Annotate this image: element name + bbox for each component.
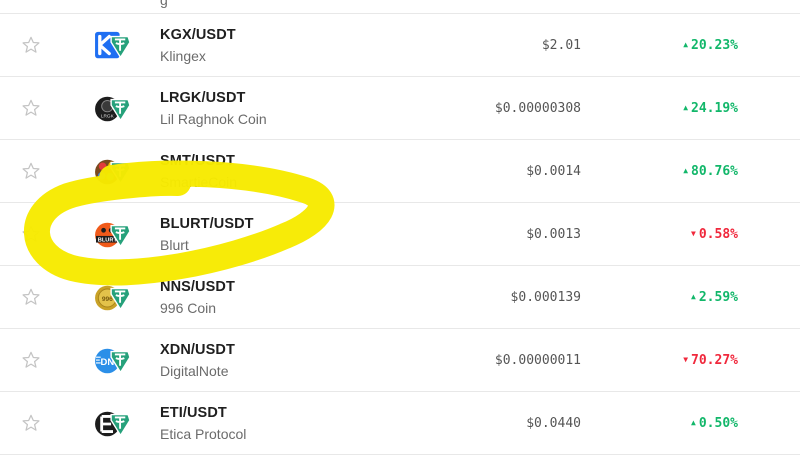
favorite-star-icon[interactable] <box>22 162 40 180</box>
arrow-up-icon: ▲ <box>683 103 689 112</box>
favorite-star-icon[interactable] <box>22 99 40 117</box>
smartiecoin-logo-icon <box>95 159 131 185</box>
table-row[interactable]: 996 NNS/USDT 996 Coin $0.000139 ▲ 2.59% <box>0 266 800 329</box>
table-row[interactable]: KGX/USDT Klingex $2.01 ▲ 20.23% <box>0 14 800 77</box>
price-value: $0.0014 <box>526 164 581 179</box>
favorite-star-icon[interactable] <box>22 288 40 306</box>
table-row[interactable]: LRGK LRGK/USDT Lil Raghnok Coin $0.00000… <box>0 77 800 140</box>
favorite-star-icon[interactable] <box>22 225 40 243</box>
coin-name: DigitalNote <box>160 363 229 379</box>
table-row[interactable]: BLURT BLURT/USDT Blurt $0.0013 ▼ 0.58% <box>0 203 800 266</box>
table-row[interactable]: SMT/USDT SmartieCoin $0.0014 ▲ 80.76% <box>0 140 800 203</box>
change-percent: ▲ 2.59% <box>691 290 738 305</box>
svg-text:996: 996 <box>102 296 113 303</box>
change-percent: ▼ 0.58% <box>691 227 738 242</box>
arrow-down-icon: ▼ <box>683 355 689 364</box>
arrow-up-icon: ▲ <box>683 166 689 175</box>
coin-name: Klingex <box>160 48 206 64</box>
coin-name: SmartieCoin <box>160 174 238 190</box>
pair-symbol[interactable]: SMT/USDT <box>160 153 235 169</box>
etica-logo-icon <box>95 411 131 437</box>
change-percent: ▲ 80.76% <box>683 164 738 179</box>
pair-symbol[interactable]: NNS/USDT <box>160 279 235 295</box>
arrow-down-icon: ▼ <box>691 229 696 238</box>
table-row[interactable]: DN XDN/USDT DigitalNote $0.00000011 ▼ 70.… <box>0 329 800 392</box>
lrgk-logo-icon: LRGK <box>95 96 131 122</box>
klingex-logo-icon <box>95 31 131 59</box>
svg-text:LRGK: LRGK <box>101 114 115 120</box>
pair-symbol[interactable]: BLURT/USDT <box>160 216 254 232</box>
pair-symbol[interactable]: ETI/USDT <box>160 405 227 421</box>
price-value: $0.00000308 <box>494 101 581 116</box>
price-value: $0.000139 <box>510 290 581 305</box>
blurt-logo-icon: BLURT <box>95 222 131 248</box>
change-percent: ▼ 70.27% <box>683 353 738 368</box>
change-percent: ▲ 0.50% <box>691 416 738 431</box>
change-percent: ▲ 24.19% <box>683 101 738 116</box>
price-value: $0.0013 <box>526 227 581 242</box>
digitalnote-logo-icon: DN <box>95 348 131 374</box>
coin-name: g <box>160 0 168 8</box>
price-value: $2.01 <box>541 38 581 53</box>
favorite-star-icon[interactable] <box>22 36 40 54</box>
pair-symbol[interactable]: KGX/USDT <box>160 27 236 43</box>
table-row[interactable]: ETI/USDT Etica Protocol $0.0440 ▲ 0.50% <box>0 392 800 455</box>
pair-symbol[interactable]: LRGK/USDT <box>160 90 245 106</box>
996coin-logo-icon: 996 <box>95 285 131 311</box>
table-row-partial: g <box>0 0 800 14</box>
coin-name: Lil Raghnok Coin <box>160 111 267 127</box>
coin-name: Blurt <box>160 237 189 253</box>
favorite-star-icon[interactable] <box>22 414 40 432</box>
arrow-up-icon: ▲ <box>683 40 689 49</box>
coin-name: 996 Coin <box>160 300 217 316</box>
pair-symbol[interactable]: XDN/USDT <box>160 342 235 358</box>
arrow-up-icon: ▲ <box>691 418 696 427</box>
price-value: $0.0440 <box>526 416 581 431</box>
arrow-up-icon: ▲ <box>691 292 696 301</box>
price-value: $0.00000011 <box>494 353 581 368</box>
change-percent: ▲ 20.23% <box>683 38 738 53</box>
favorite-star-icon[interactable] <box>22 351 40 369</box>
coin-name: Etica Protocol <box>160 426 247 442</box>
svg-text:BLURT: BLURT <box>98 238 118 244</box>
